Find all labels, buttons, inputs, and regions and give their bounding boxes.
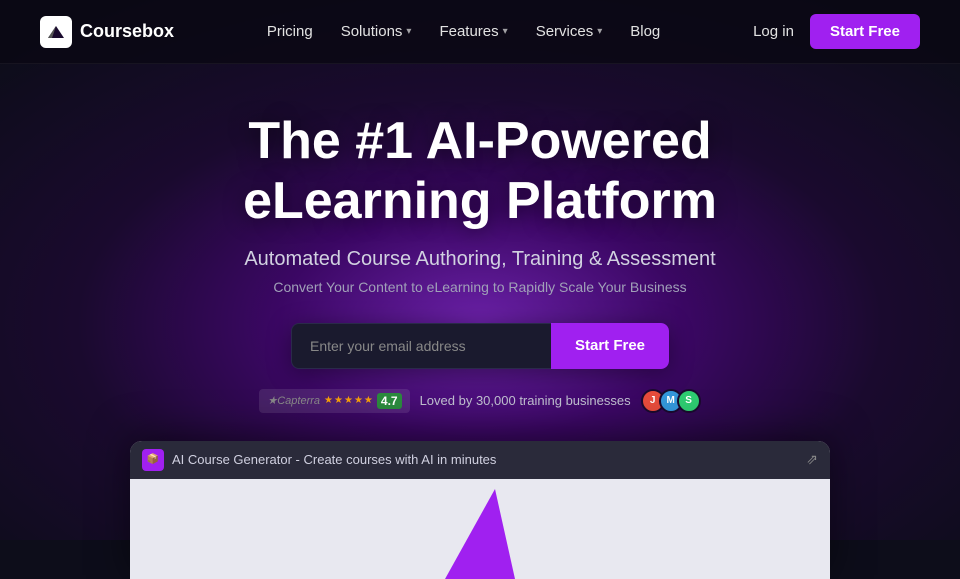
email-input[interactable] [291,323,551,369]
hero-title: The #1 AI-Powered eLearning Platform [130,112,830,232]
login-button[interactable]: Log in [753,23,794,40]
nav-actions: Log in Start Free [753,14,920,49]
logo-text: Coursebox [80,21,174,42]
video-card[interactable]: 📦 AI Course Generator - Create courses w… [130,441,830,579]
capterra-score: 4.7 [377,393,402,409]
start-free-nav-button[interactable]: Start Free [810,14,920,49]
logo[interactable]: Coursebox [40,16,174,48]
nav-links: Pricing Solutions ▾ Features ▾ Services … [267,23,660,40]
video-content [130,479,830,579]
chevron-down-icon: ▾ [503,26,508,37]
capterra-logo: ★Capterra [267,394,320,407]
start-free-button[interactable]: Start Free [551,323,669,369]
avatar: S [677,389,701,413]
video-logo-icon: 📦 [142,449,164,471]
nav-item-services[interactable]: Services ▾ [536,23,603,40]
nav-item-blog[interactable]: Blog [630,23,660,40]
hero-section: The #1 AI-Powered eLearning Platform Aut… [0,64,960,579]
star-icon: ★ [334,395,343,406]
nav-link-pricing[interactable]: Pricing [267,23,313,40]
capterra-badge: ★Capterra ★ ★ ★ ★ ★ 4.7 [259,389,409,413]
social-proof: ★Capterra ★ ★ ★ ★ ★ 4.7 Loved by 30,000 … [259,389,700,413]
video-bar: 📦 AI Course Generator - Create courses w… [130,441,830,479]
nav-link-services[interactable]: Services ▾ [536,23,603,40]
video-bar-left: 📦 AI Course Generator - Create courses w… [142,449,496,471]
nav-item-features[interactable]: Features ▾ [439,23,507,40]
star-icon: ★ [364,395,373,406]
video-title: AI Course Generator - Create courses wit… [172,452,496,467]
logo-icon [40,16,72,48]
nav-item-solutions[interactable]: Solutions ▾ [341,23,412,40]
nav-link-blog[interactable]: Blog [630,23,660,40]
email-form: Start Free [291,323,669,369]
capterra-stars: ★ ★ ★ ★ ★ [324,395,373,406]
nav-link-features[interactable]: Features ▾ [439,23,507,40]
nav-item-pricing[interactable]: Pricing [267,23,313,40]
decorative-triangle [445,489,515,579]
star-icon: ★ [324,395,333,406]
star-icon: ★ [344,395,353,406]
share-icon[interactable]: ⇗ [806,451,818,468]
chevron-down-icon: ▾ [597,26,602,37]
hero-sub2: Convert Your Content to eLearning to Rap… [273,279,686,295]
chevron-down-icon: ▾ [406,26,411,37]
nav-link-solutions[interactable]: Solutions ▾ [341,23,412,40]
navbar: Coursebox Pricing Solutions ▾ Features ▾… [0,0,960,64]
hero-subtitle: Automated Course Authoring, Training & A… [244,248,715,271]
social-proof-text: Loved by 30,000 training businesses [420,393,631,408]
star-icon: ★ [354,395,363,406]
avatars: J M S [641,389,701,413]
